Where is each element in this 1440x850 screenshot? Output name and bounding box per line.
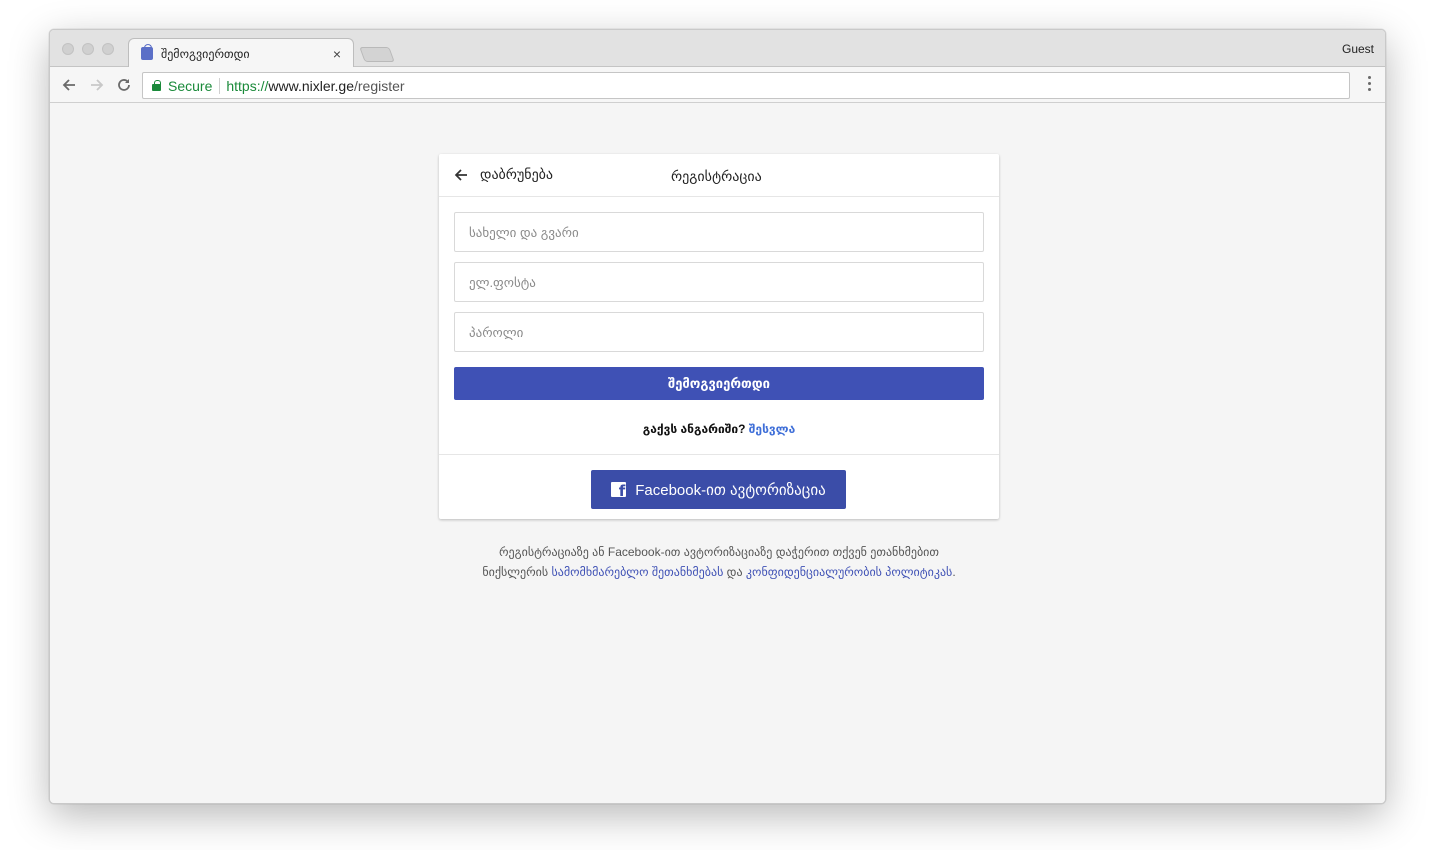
maximize-window-button[interactable] [102,43,114,55]
terms-line2: ნიქსლერის სამომხმარებლო შეთანხმებას და კ… [439,562,999,582]
browser-tab[interactable]: შემოგვიერთდი × [128,38,354,68]
shopping-bag-icon [141,47,153,60]
have-account-row: გაქვს ანგარიში? შესვლა [439,422,999,436]
back-button[interactable] [58,74,80,96]
profile-label[interactable]: Guest [1342,42,1374,56]
reload-icon [118,79,130,91]
terms-line1: რეგისტრაციაზე ან Facebook-ით ავტორიზაცია… [498,545,939,559]
card-header: დაბრუნება რეგისტრაცია [439,154,999,197]
url-scheme: https:// [226,77,269,94]
vertical-dots-icon[interactable] [1363,76,1375,94]
tab-close-button[interactable]: × [327,46,347,62]
page-content: დაბრუნება რეგისტრაცია შემოგვიერთდი გაქვს… [50,103,1385,803]
divider [439,454,999,455]
page-title: რეგისტრაცია [671,168,762,184]
email-input[interactable] [454,262,984,302]
url-path: /register [353,77,405,94]
tab-title: შემოგვიერთდი [161,46,250,61]
address-bar[interactable]: Secure https://www.nixler.ge/register [142,72,1350,99]
terms-suffix: . [952,565,956,579]
privacy-policy-link[interactable]: კონფიდენციალურობის პოლიტიკას [746,565,952,579]
arrow-right-icon [91,79,104,91]
back-label: დაბრუნება [480,166,554,182]
secure-label: Secure [168,77,221,94]
arrow-left-icon [62,79,75,91]
facebook-login-button[interactable]: f Facebook-ით ავტორიზაცია [591,470,846,509]
tab-strip: შემოგვიერთდი × Guest [50,30,1385,68]
url-text[interactable]: https://www.nixler.ge/register [220,78,404,94]
arrow-left-icon [454,168,467,181]
user-agreement-link[interactable]: სამომხმარებლო შეთანხმებას [551,565,723,579]
browser-toolbar: Secure https://www.nixler.ge/register [50,67,1385,103]
have-account-text: გაქვს ანგარიში? [642,422,746,436]
facebook-icon: f [611,482,627,497]
window-controls [62,43,114,55]
facebook-login-label: Facebook-ით ავტორიზაცია [635,481,826,499]
forward-button[interactable] [86,74,108,96]
password-input[interactable] [454,312,984,352]
new-tab-button[interactable] [359,47,395,62]
terms-notice: რეგისტრაციაზე ან Facebook-ით ავტორიზაცია… [439,542,999,582]
reload-button[interactable] [113,74,135,96]
register-card: დაბრუნება რეგისტრაცია შემოგვიერთდი გაქვს… [439,154,999,519]
minimize-window-button[interactable] [82,43,94,55]
back-link[interactable]: დაბრუნება [454,166,553,183]
terms-middle: და [723,565,746,579]
lock-icon [152,80,162,91]
terms-prefix: ნიქსლერის [482,565,552,579]
browser-window: შემოგვიერთდი × Guest Secure https://www.… [49,29,1386,804]
register-button[interactable]: შემოგვიერთდი [454,367,984,400]
login-link[interactable]: შესვლა [749,422,795,436]
close-window-button[interactable] [62,43,74,55]
full-name-input[interactable] [454,212,984,252]
url-host: www.nixler.ge [268,77,354,94]
